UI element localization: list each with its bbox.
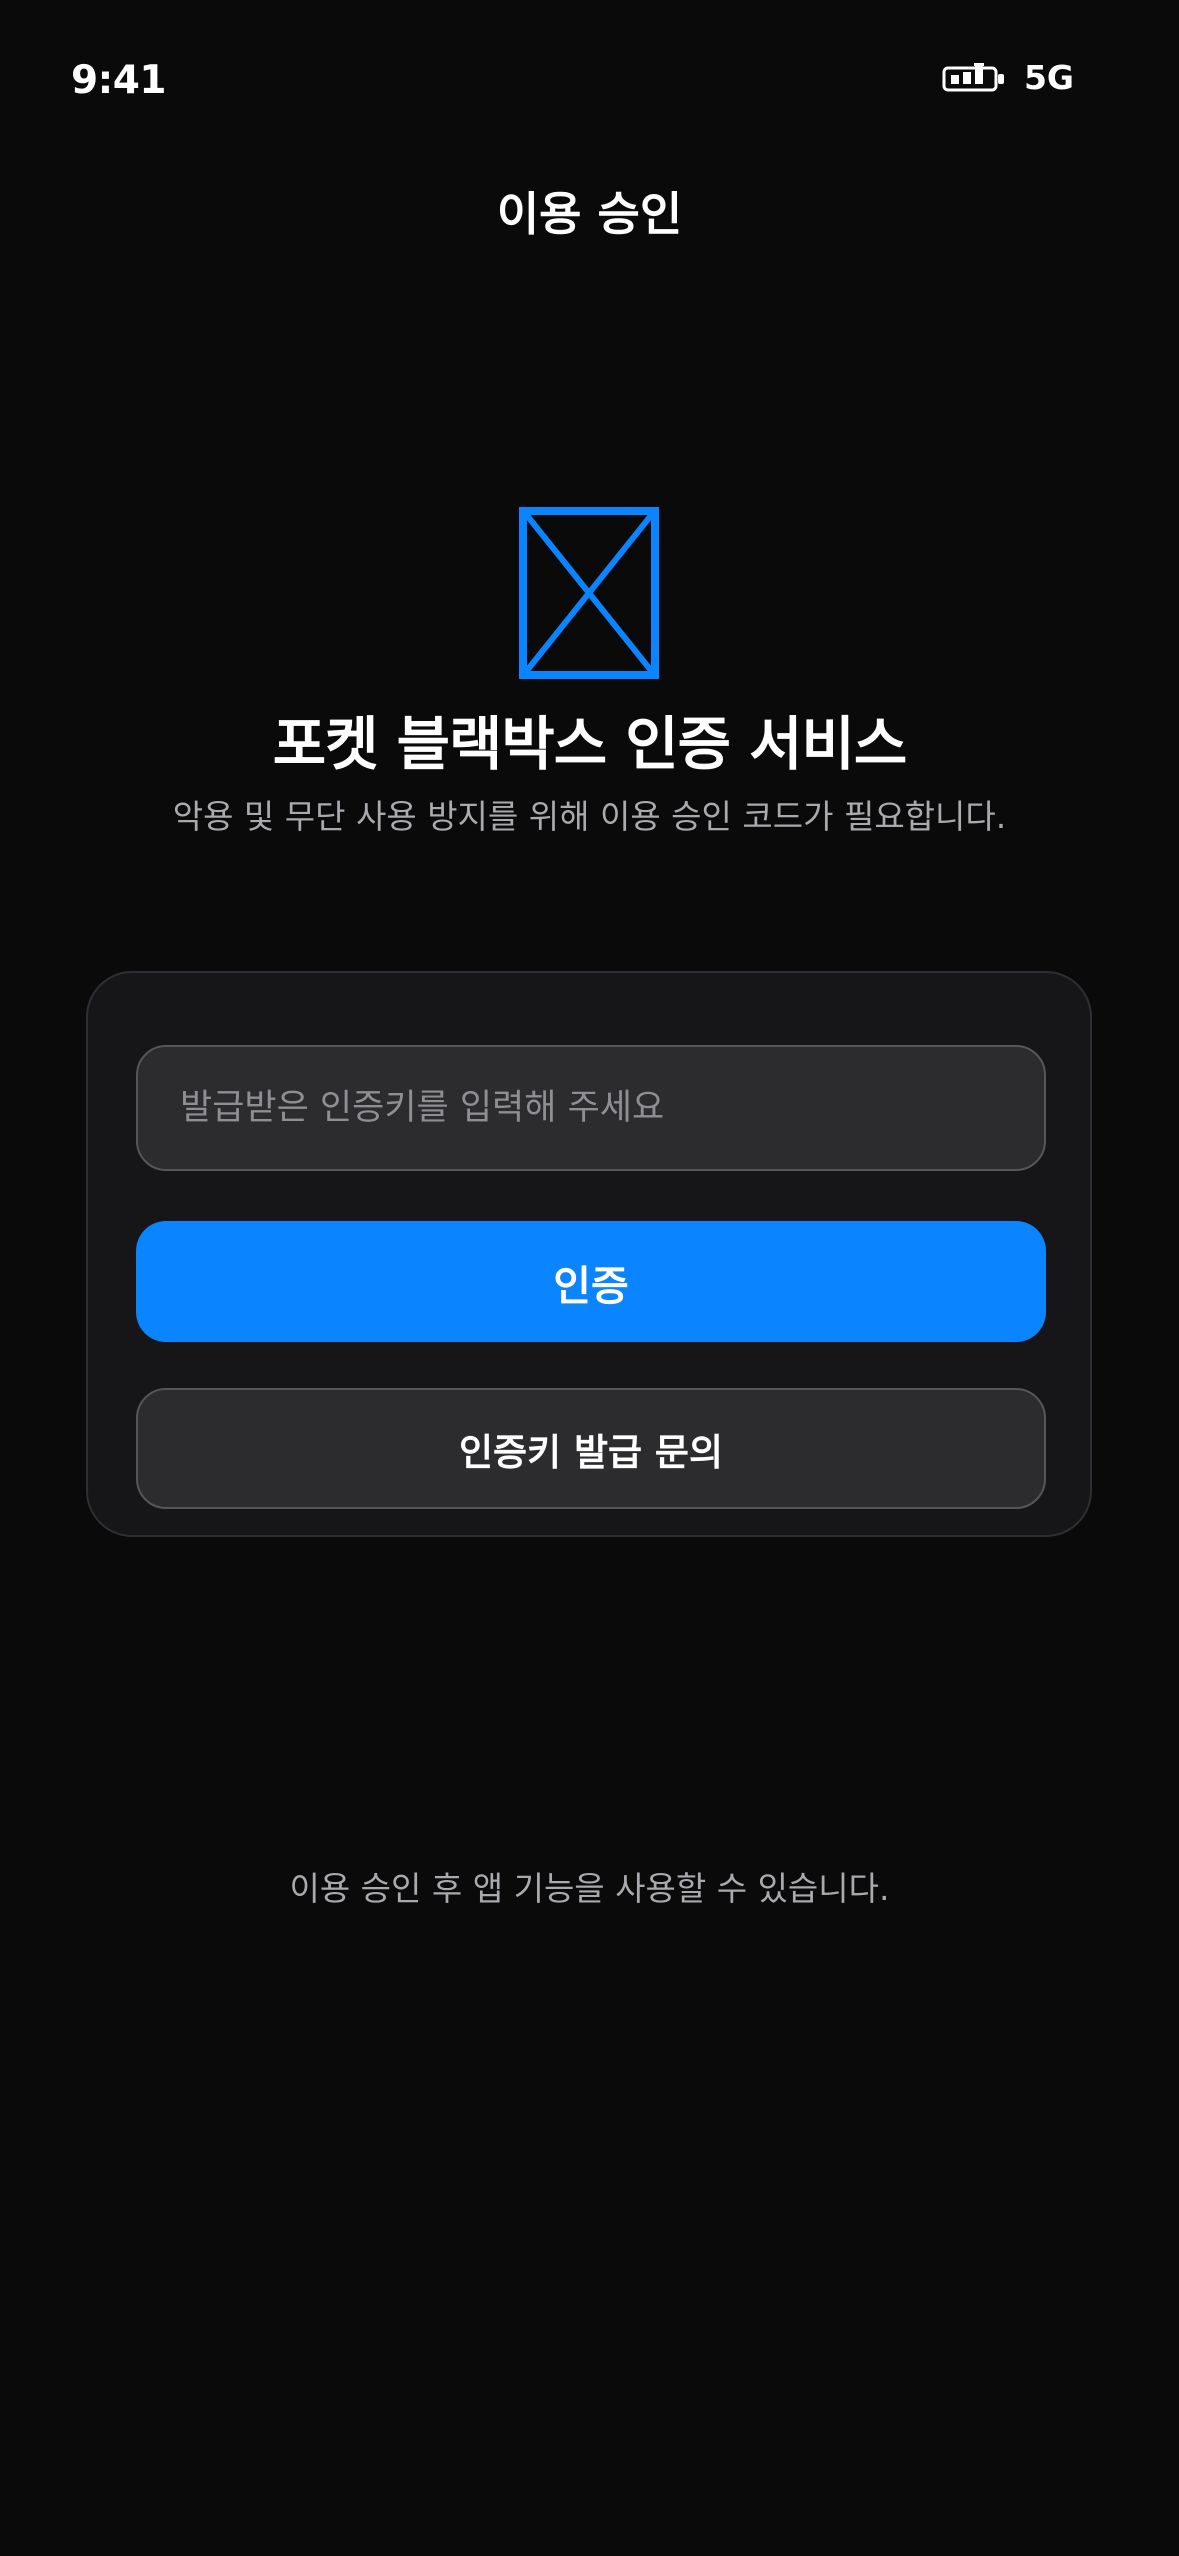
key-inquiry-button[interactable]: 인증키 발급 문의 bbox=[136, 1388, 1046, 1509]
status-time: 9:41 bbox=[71, 58, 167, 103]
verify-button[interactable]: 인증 bbox=[136, 1221, 1046, 1342]
status-bar: 9:41 5G bbox=[0, 0, 1179, 160]
service-title: 포켓 블랙박스 인증 서비스 bbox=[272, 710, 908, 778]
page-title: 이용 승인 bbox=[496, 187, 683, 241]
footer-note: 이용 승인 후 앱 기능을 사용할 수 있습니다. bbox=[289, 1869, 890, 1908]
image-placeholder-icon bbox=[519, 507, 659, 679]
auth-card: 인증 인증키 발급 문의 bbox=[86, 971, 1092, 1537]
network-label: 5G bbox=[1023, 58, 1074, 97]
battery-icon bbox=[942, 62, 1004, 91]
service-subtitle: 악용 및 무단 사용 방지를 위해 이용 승인 코드가 필요합니다. bbox=[172, 797, 1007, 836]
status-indicators: 5G bbox=[942, 58, 1074, 97]
auth-key-input[interactable] bbox=[136, 1045, 1046, 1171]
